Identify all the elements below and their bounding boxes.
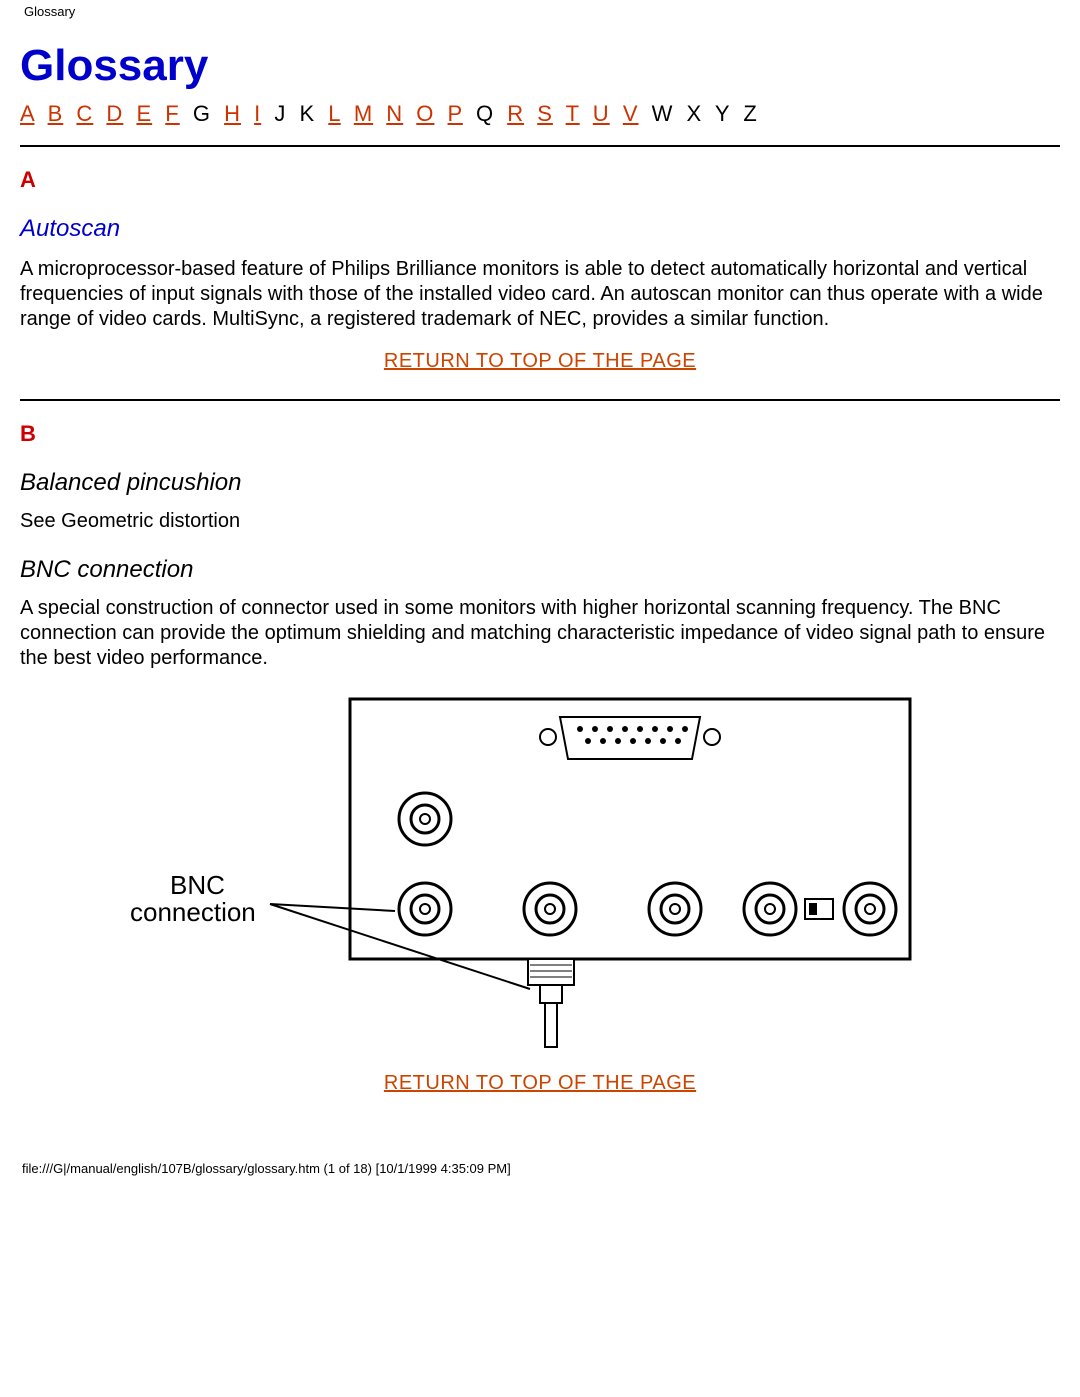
section-letter-a: A (20, 167, 1060, 193)
autoscan-definition: A microprocessor-based feature of Philip… (20, 257, 1060, 332)
document-header-label: Glossary (0, 0, 1080, 19)
diagram-label-line1: BNC (170, 870, 225, 900)
index-letter-n[interactable]: N (386, 101, 403, 126)
section-letter-b: B (20, 421, 1060, 447)
index-letter-t[interactable]: T (566, 101, 580, 126)
index-letter-c[interactable]: C (76, 101, 93, 126)
bnc-connection-definition: A special construction of connector used… (20, 596, 1060, 671)
index-letter-s[interactable]: S (537, 101, 553, 126)
term-autoscan: Autoscan (20, 215, 1060, 243)
index-letter-z: Z (743, 101, 757, 126)
index-letter-w: W (652, 101, 674, 126)
index-letter-l[interactable]: L (328, 101, 340, 126)
index-letter-x: X (687, 101, 703, 126)
return-to-top-link-wrap-2: RETURN TO TOP OF THE PAGE (20, 1072, 1060, 1095)
term-balanced-pincushion: Balanced pincushion (20, 469, 1060, 497)
bnc-diagram-svg: BNC connection (100, 689, 980, 1049)
diagram-label-line2: connection (130, 897, 256, 927)
index-letter-y: Y (715, 101, 730, 126)
divider (20, 399, 1060, 401)
index-letter-v[interactable]: V (623, 101, 639, 126)
balanced-pincushion-definition: See Geometric distortion (20, 509, 1060, 534)
index-letter-o[interactable]: O (416, 101, 434, 126)
index-letter-m[interactable]: M (354, 101, 373, 126)
index-letter-p[interactable]: P (448, 101, 463, 126)
divider (20, 145, 1060, 147)
index-letter-e[interactable]: E (136, 101, 152, 126)
return-to-top-link[interactable]: RETURN TO TOP OF THE PAGE (384, 350, 696, 372)
page-title: Glossary (20, 41, 1060, 91)
return-to-top-link-wrap: RETURN TO TOP OF THE PAGE (20, 350, 1060, 373)
index-letter-b[interactable]: B (48, 101, 64, 126)
return-to-top-link[interactable]: RETURN TO TOP OF THE PAGE (384, 1072, 696, 1094)
index-letter-g: G (193, 101, 211, 126)
footer-path: file:///G|/manual/english/107B/glossary/… (0, 1151, 1080, 1184)
index-letter-d[interactable]: D (106, 101, 123, 126)
index-letter-h[interactable]: H (224, 101, 241, 126)
index-letter-k: K (299, 101, 315, 126)
index-letter-a[interactable]: A (20, 101, 34, 126)
index-letter-f[interactable]: F (165, 101, 179, 126)
index-letter-q: Q (476, 101, 494, 126)
bnc-diagram: BNC connection (20, 689, 1060, 1054)
term-bnc-connection: BNC connection (20, 556, 1060, 584)
page-body: Glossary A B C D E F G H I J K L M N O P… (0, 41, 1080, 1151)
index-letter-j: J (274, 101, 286, 126)
index-letter-u[interactable]: U (593, 101, 610, 126)
index-letter-r[interactable]: R (507, 101, 524, 126)
index-letter-i[interactable]: I (254, 101, 261, 126)
alphabet-index: A B C D E F G H I J K L M N O P Q R S T … (20, 101, 1060, 127)
